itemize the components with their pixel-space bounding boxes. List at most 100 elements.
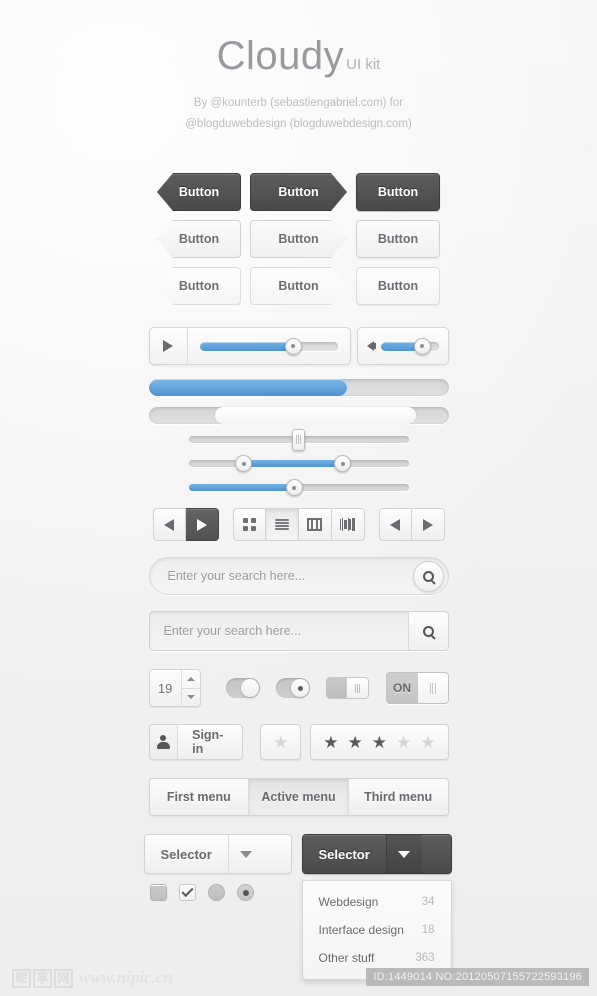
toggle-switch-square[interactable] [326, 677, 370, 699]
progress-bars [148, 379, 449, 424]
slider-showcase [188, 428, 409, 496]
quantity-stepper[interactable]: 19 [148, 669, 201, 707]
toggle-track [327, 678, 347, 698]
value-fill [188, 484, 295, 491]
check-icon [181, 884, 194, 898]
search-rounded[interactable]: Enter your search here... [148, 557, 449, 595]
button-label: Button [377, 279, 419, 293]
slider-grip-handle[interactable] [292, 428, 305, 451]
view-grid-button[interactable] [232, 508, 266, 541]
button-soft-plain[interactable]: Button [356, 267, 440, 305]
credit-block: By @kounterb (sebastiengabriel.com) for … [0, 93, 597, 135]
checkbox-checked[interactable] [179, 884, 196, 901]
page-header: Cloudy UI kit By @kounterb (sebastiengabr… [0, 0, 597, 135]
selector-light[interactable]: Selector [143, 834, 292, 874]
search-input-square[interactable]: Enter your search here... [164, 624, 408, 638]
view-column-button[interactable] [298, 508, 332, 541]
watermark-logo: 昵 享 网 [12, 968, 73, 988]
selector-dark[interactable]: Selector [301, 834, 452, 874]
dropdown-item-interface-design[interactable]: Interface design 18 [303, 916, 451, 944]
selector-toggle[interactable] [385, 835, 422, 873]
components-stage: Button Button Button Button Button Butto… [0, 173, 597, 980]
star-icon[interactable]: ★ [372, 734, 387, 751]
button-dark-arrow-right[interactable]: Button [250, 173, 347, 211]
play-button[interactable] [150, 328, 188, 364]
arrow-left-icon [164, 518, 174, 531]
detail-view-icon [339, 518, 356, 531]
button-soft-arrow-left[interactable]: Button [157, 267, 241, 305]
star-icon[interactable]: ★ [396, 734, 411, 751]
star-icon[interactable]: ★ [348, 734, 363, 751]
checkbox-filled[interactable] [150, 884, 167, 901]
search-square[interactable]: Enter your search here... [148, 611, 449, 651]
volume-thumb[interactable] [413, 337, 431, 355]
signin-button[interactable]: Sign-in [148, 724, 243, 760]
pager-next-button[interactable] [411, 508, 445, 541]
selector-row: Selector Selector Webdesign 34 Interface… [143, 834, 454, 980]
button-row-dark: Button Button Button [0, 173, 597, 211]
radio-selected[interactable] [237, 884, 254, 901]
caret-up-icon [186, 676, 195, 681]
stepper-increment-button[interactable] [181, 670, 200, 689]
speaker-icon [366, 341, 376, 351]
button-dark-plain[interactable]: Button [356, 173, 440, 211]
watermark-char: 享 [33, 968, 52, 988]
range-handle-start[interactable] [235, 455, 252, 472]
value-slider[interactable] [188, 479, 409, 496]
single-star-box[interactable]: ★ [260, 724, 302, 760]
signin-label: Sign-in [192, 728, 224, 756]
value-handle[interactable] [285, 479, 303, 496]
player-seek-slider[interactable] [199, 337, 338, 355]
selector-label: Selector [318, 846, 370, 862]
chevron-down-icon [240, 850, 253, 858]
button-light-arrow-right[interactable]: Button [250, 220, 347, 258]
button-dark-arrow-left[interactable]: Button [157, 173, 241, 211]
search-button-rounded[interactable] [412, 560, 444, 592]
watermark-char: 昵 [12, 968, 31, 988]
button-light-arrow-left[interactable]: Button [157, 220, 241, 258]
arrow-right-icon [196, 518, 207, 531]
star-icon[interactable]: ★ [323, 734, 338, 751]
tab-first-menu[interactable]: First menu [149, 779, 250, 815]
toggle-switch-dot[interactable] [275, 678, 311, 698]
button-label: Button [278, 232, 319, 246]
toggle-knob [291, 679, 310, 697]
selector-toggle[interactable] [227, 835, 264, 873]
view-detail-button[interactable] [331, 508, 365, 541]
star-rating[interactable]: ★ ★ ★ ★ ★ [310, 724, 449, 760]
search-button-square[interactable] [407, 612, 448, 650]
button-label: Button [377, 232, 419, 246]
stepper-decrement-button[interactable] [182, 689, 200, 707]
nav-next-button[interactable] [185, 508, 219, 541]
nav-previous-button[interactable] [152, 508, 186, 541]
tab-label: First menu [166, 790, 231, 804]
radio-empty[interactable] [208, 884, 225, 901]
volume-slider[interactable] [380, 337, 439, 355]
dropdown-item-webdesign[interactable]: Webdesign 34 [303, 888, 451, 916]
credit-line-2: @blogduwebdesign (blogduwebdesign.com) [185, 118, 412, 130]
star-icon[interactable]: ★ [420, 734, 435, 751]
toggle-switch-plain[interactable] [225, 678, 260, 698]
tab-active-menu[interactable]: Active menu [249, 779, 349, 815]
credit-line-1: By @kounterb (sebastiengabriel.com) for [193, 97, 404, 109]
pager-previous-button[interactable] [378, 508, 412, 541]
toggle-on-label: ON [386, 673, 418, 703]
player-seek-thumb[interactable] [284, 337, 302, 355]
toolbar-nav-group [152, 508, 219, 541]
view-list-button[interactable] [265, 508, 299, 541]
footer: 昵 享 网 www.nipic.cn ID:1449014 NO:2012050… [0, 954, 597, 996]
range-handle-end[interactable] [334, 455, 351, 472]
button-soft-arrow-right[interactable]: Button [250, 267, 347, 305]
single-grip-slider[interactable] [188, 428, 409, 451]
search-icon [422, 570, 434, 582]
watermark-url: www.nipic.cn [79, 968, 173, 987]
tab-third-menu[interactable]: Third menu [348, 779, 448, 815]
play-icon [163, 340, 173, 352]
toggle-switch-labeled[interactable]: ON [385, 672, 449, 704]
star-icon[interactable]: ★ [273, 734, 288, 751]
search-input-rounded[interactable]: Enter your search here... [168, 569, 413, 583]
button-label: Button [278, 185, 319, 199]
button-light-plain[interactable]: Button [356, 220, 440, 258]
brand-name: Cloudy [216, 34, 345, 78]
range-slider[interactable] [188, 455, 409, 472]
